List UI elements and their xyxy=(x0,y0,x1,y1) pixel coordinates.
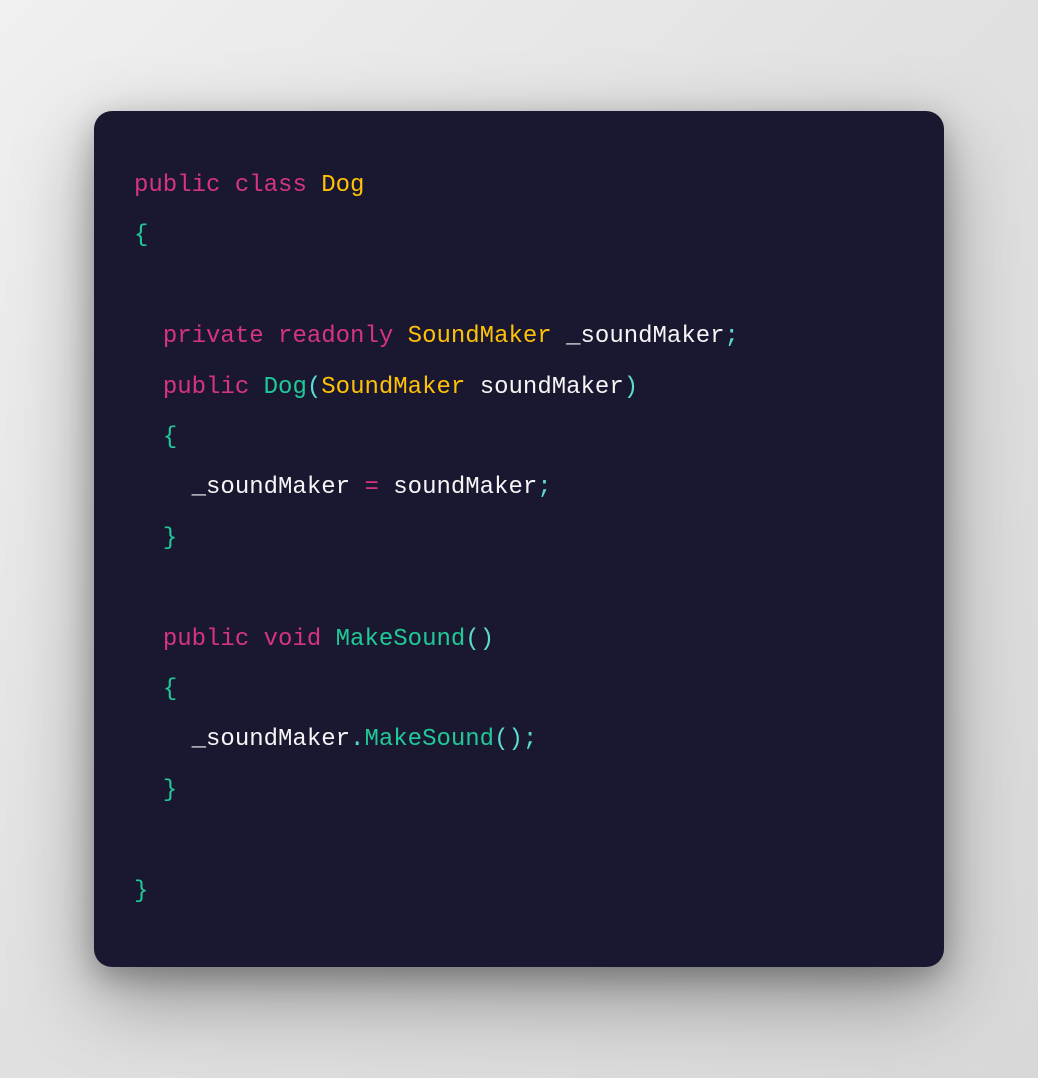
keyword-public: public xyxy=(134,172,220,199)
code-line: { xyxy=(134,424,177,451)
keyword-class: class xyxy=(235,172,307,199)
brace-close: } xyxy=(163,777,177,804)
code-line: } xyxy=(134,878,148,905)
call-obj: _soundMaker xyxy=(192,726,350,753)
keyword-public: public xyxy=(163,374,249,401)
semicolon: ; xyxy=(725,323,739,350)
paren-close: ) xyxy=(624,374,638,401)
paren-close: ) xyxy=(480,626,494,653)
keyword-void: void xyxy=(264,626,322,653)
brace-open: { xyxy=(163,424,177,451)
semicolon: ; xyxy=(523,726,537,753)
keyword-readonly: readonly xyxy=(278,323,393,350)
keyword-public: public xyxy=(163,626,249,653)
code-line: private readonly SoundMaker _soundMaker; xyxy=(134,323,739,350)
code-line: } xyxy=(134,525,177,552)
type-dog: Dog xyxy=(321,172,364,199)
method-makesound: MakeSound xyxy=(336,626,466,653)
brace-close: } xyxy=(163,525,177,552)
brace-open: { xyxy=(163,676,177,703)
paren-open: ( xyxy=(494,726,508,753)
brace-close: } xyxy=(134,878,148,905)
assign-lhs: _soundMaker xyxy=(192,474,350,501)
ctor-dog: Dog xyxy=(264,374,307,401)
keyword-private: private xyxy=(163,323,264,350)
param-name: soundMaker xyxy=(480,374,624,401)
paren-open: ( xyxy=(465,626,479,653)
assign-rhs: soundMaker xyxy=(393,474,537,501)
code-line: _soundMaker.MakeSound(); xyxy=(134,726,537,753)
code-line: public void MakeSound() xyxy=(134,626,494,653)
semicolon: ; xyxy=(537,474,551,501)
code-block: public class Dog { private readonly Soun… xyxy=(134,161,904,917)
assign-op: = xyxy=(364,474,378,501)
paren-open: ( xyxy=(307,374,321,401)
param-type: SoundMaker xyxy=(321,374,465,401)
code-line: { xyxy=(134,676,177,703)
brace-open: { xyxy=(134,222,148,249)
paren-close: ) xyxy=(508,726,522,753)
code-card: public class Dog { private readonly Soun… xyxy=(94,111,944,967)
code-line: public Dog(SoundMaker soundMaker) xyxy=(134,374,638,401)
code-line: public class Dog xyxy=(134,172,364,199)
field-soundmaker: _soundMaker xyxy=(566,323,724,350)
call-method: MakeSound xyxy=(364,726,494,753)
code-line: _soundMaker = soundMaker; xyxy=(134,474,552,501)
code-line: { xyxy=(134,222,148,249)
code-line: } xyxy=(134,777,177,804)
dot: . xyxy=(350,726,364,753)
type-soundmaker: SoundMaker xyxy=(408,323,552,350)
